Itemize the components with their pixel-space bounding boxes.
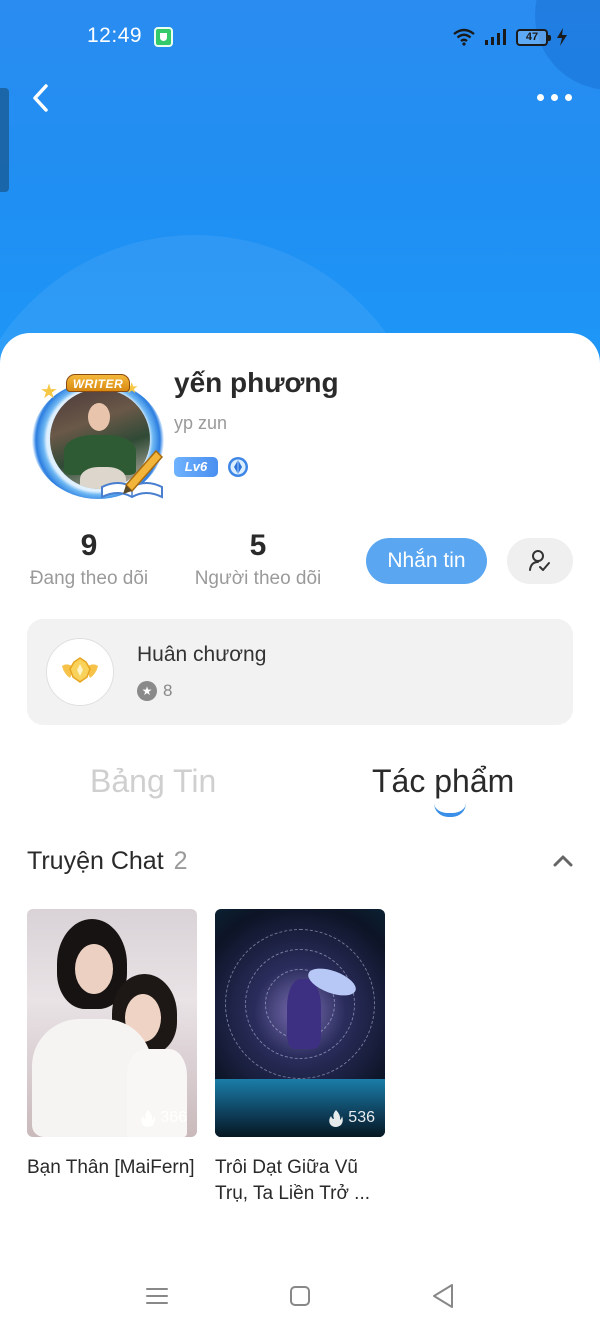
active-tab-indicator xyxy=(434,803,466,817)
more-dot-icon xyxy=(550,93,558,101)
charging-bolt-icon xyxy=(556,28,568,46)
status-icons: 47 xyxy=(452,26,568,48)
more-dot-icon xyxy=(564,93,572,101)
gem-badge-icon xyxy=(228,457,248,477)
followers-stat[interactable]: 5 Người theo dõi xyxy=(190,528,326,590)
story-card[interactable]: 536 Trôi Dạt Giữa Vũ Trụ, Ta Liền Trở ..… xyxy=(215,909,385,1207)
section-title: Truyện Chat 2 xyxy=(27,847,188,876)
avatar[interactable]: ★ ★ WRITER xyxy=(28,371,168,501)
writer-badge: WRITER xyxy=(66,374,130,392)
medals-card[interactable]: Huân chương ★ 8 xyxy=(27,619,573,725)
section-count: 2 xyxy=(173,847,188,875)
star-icon: ★ xyxy=(40,381,58,403)
star-icon: ★ xyxy=(137,681,157,701)
profile-handle: yp zun xyxy=(174,413,228,433)
signal-icon xyxy=(484,28,508,46)
following-label: Đang theo dõi xyxy=(29,568,149,589)
chevron-left-icon xyxy=(33,84,48,112)
story-views: 536 xyxy=(328,1109,375,1127)
profile-card: ★ ★ WRITER yến phương yp zun Lv6 9 Đang … xyxy=(0,333,600,1333)
profile-header-background: 12:49 47 xyxy=(0,0,600,380)
user-check-icon xyxy=(529,550,550,571)
pen-and-book-icon xyxy=(101,449,164,499)
followers-count: 5 xyxy=(249,529,267,562)
medals-count: ★ 8 xyxy=(137,681,172,701)
chevron-up-icon[interactable] xyxy=(552,851,574,871)
wifi-icon xyxy=(452,28,476,46)
story-card[interactable]: 366 Bạn Thân [MaiFern] xyxy=(27,909,197,1181)
back-button[interactable] xyxy=(22,78,58,118)
story-title: Bạn Thân [MaiFern] xyxy=(27,1157,195,1178)
tab-feed[interactable]: Bảng Tin xyxy=(90,763,216,800)
followers-label: Người theo dõi xyxy=(194,568,322,589)
medals-count-value: 8 xyxy=(163,681,173,700)
profile-name: yến phương xyxy=(174,367,339,398)
story-views-count: 366 xyxy=(160,1109,187,1126)
medal-icon xyxy=(62,657,98,683)
story-views: 366 xyxy=(140,1109,187,1127)
fire-icon xyxy=(141,1110,156,1127)
section-title-label: Truyện Chat xyxy=(27,847,164,875)
status-time: 12:49 xyxy=(87,24,143,47)
story-cover: 536 xyxy=(215,909,385,1137)
story-views-count: 536 xyxy=(348,1109,375,1126)
shield-icon xyxy=(154,27,173,47)
menu-icon[interactable] xyxy=(145,1284,169,1308)
back-triangle-icon[interactable] xyxy=(430,1282,456,1310)
medal-icon-container xyxy=(46,638,114,706)
battery-indicator: 47 xyxy=(516,28,551,46)
following-count: 9 xyxy=(80,529,98,562)
medals-title: Huân chương xyxy=(137,643,267,666)
system-navigation-bar xyxy=(0,1262,600,1333)
story-cover: 366 xyxy=(27,909,197,1137)
edge-swipe-handle[interactable] xyxy=(0,88,9,192)
following-stat[interactable]: 9 Đang theo dõi xyxy=(28,528,150,590)
message-button[interactable]: Nhắn tin xyxy=(366,538,487,584)
more-dot-icon xyxy=(536,93,544,101)
home-square-icon[interactable] xyxy=(288,1284,312,1308)
followed-user-button[interactable] xyxy=(507,538,573,584)
tab-works[interactable]: Tác phẩm xyxy=(372,763,514,800)
more-options-button[interactable] xyxy=(530,82,578,112)
fire-icon xyxy=(329,1110,344,1127)
story-title: Trôi Dạt Giữa Vũ Trụ, Ta Liền Trở ... xyxy=(215,1157,371,1204)
level-badge: Lv6 xyxy=(174,457,218,477)
status-bar: 12:49 47 xyxy=(0,0,600,72)
